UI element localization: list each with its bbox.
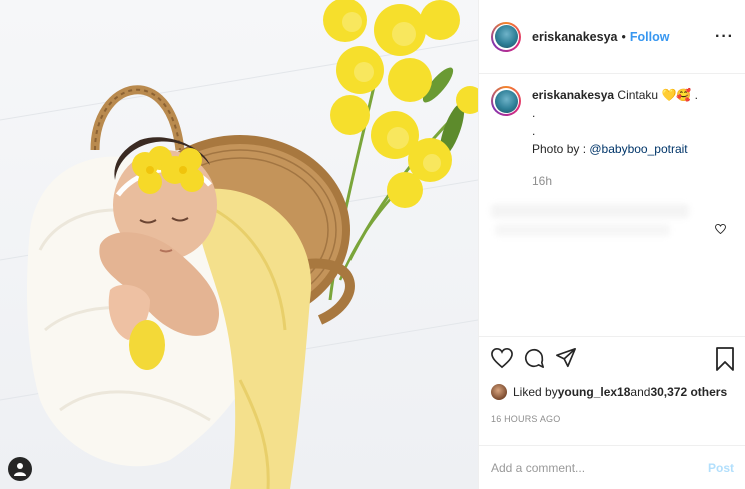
post-photo[interactable] xyxy=(0,0,478,489)
comment-icon[interactable] xyxy=(523,347,545,369)
photo-credit-prefix: Photo by : xyxy=(532,142,590,156)
caption-line-3: . xyxy=(532,124,536,138)
photo-credit-mention-link[interactable]: @babyboo_potrait xyxy=(589,142,687,156)
caption-avatar[interactable] xyxy=(491,86,521,116)
likes-summary: Liked by young_lex18 and 30,372 others xyxy=(491,384,727,400)
instagram-post: eriskanakesya • Follow ··· eriskanakesya… xyxy=(0,0,745,489)
baby-photo-image xyxy=(0,0,478,489)
blurred-comment xyxy=(495,224,670,236)
likes-middle: and xyxy=(630,385,651,399)
post-sidebar: eriskanakesya • Follow ··· eriskanakesya… xyxy=(478,0,745,489)
comments-section: eriskanakesya Cintaku 💛🥰 . . . Photo by … xyxy=(479,86,745,338)
more-icon[interactable]: ··· xyxy=(715,28,734,46)
follow-button[interactable]: Follow xyxy=(630,30,670,44)
caption-line-2: . xyxy=(532,106,536,120)
likes-prefix: Liked by xyxy=(513,385,558,399)
header-separator: • xyxy=(621,29,626,44)
caption-text: Cintaku 💛🥰 . xyxy=(617,88,698,102)
comment-like-heart-icon[interactable] xyxy=(715,224,726,234)
action-bar xyxy=(479,336,745,380)
post-comment-button[interactable]: Post xyxy=(708,461,734,475)
caption: eriskanakesya Cintaku 💛🥰 . . . Photo by … xyxy=(532,86,734,190)
header-username-link[interactable]: eriskanakesya xyxy=(532,30,618,44)
user-tag-button[interactable] xyxy=(8,457,32,481)
share-icon[interactable] xyxy=(555,347,577,369)
caption-time[interactable]: 16h xyxy=(532,172,734,190)
liker-username-link[interactable]: young_lex18 xyxy=(558,385,631,399)
comment-input[interactable] xyxy=(491,460,708,475)
caption-username-link[interactable]: eriskanakesya xyxy=(532,88,614,102)
post-timestamp[interactable]: 16 HOURS AGO xyxy=(491,414,560,424)
bookmark-icon[interactable] xyxy=(716,347,734,371)
heart-icon[interactable] xyxy=(491,347,513,369)
user-tag-icon xyxy=(14,463,26,476)
liker-avatar[interactable] xyxy=(491,384,507,400)
post-header: eriskanakesya • Follow ··· xyxy=(479,0,745,74)
likes-count-link[interactable]: 30,372 others xyxy=(650,385,727,399)
avatar[interactable] xyxy=(491,21,521,52)
comment-form: Post xyxy=(479,445,745,489)
blurred-comment xyxy=(491,204,689,218)
